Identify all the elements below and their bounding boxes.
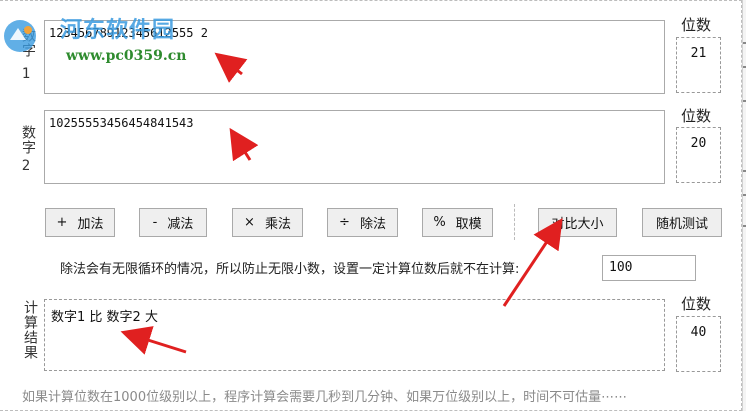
arrow-number1-icon (214, 52, 248, 83)
arrow-number2-icon (229, 127, 259, 162)
arrow-compare-icon (502, 218, 563, 307)
annotation-arrows (120, 52, 563, 355)
arrow-result-icon (120, 326, 187, 355)
